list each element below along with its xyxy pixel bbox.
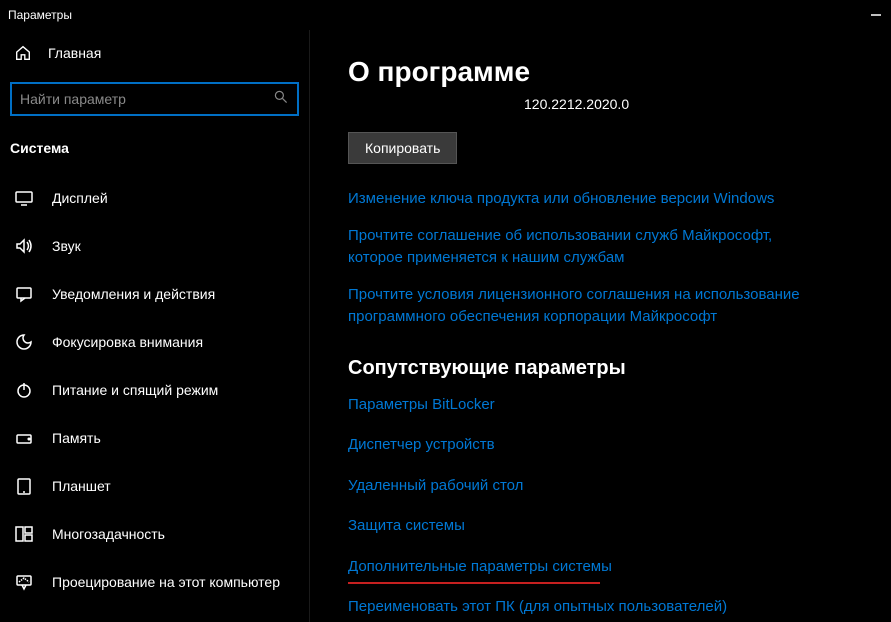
minimize-button[interactable] — [869, 8, 883, 22]
link-remote-desktop[interactable]: Удаленный рабочий стол — [348, 475, 523, 498]
storage-icon — [14, 428, 34, 448]
sidebar-item-label: Уведомления и действия — [52, 286, 215, 302]
sidebar-item-notifications[interactable]: Уведомления и действия — [0, 270, 309, 318]
sidebar-item-label: Питание и спящий режим — [52, 382, 218, 398]
sidebar-item-focus[interactable]: Фокусировка внимания — [0, 318, 309, 366]
version-text: 120.2212.2020.0 — [524, 96, 891, 112]
link-product-key[interactable]: Изменение ключа продукта или обновление … — [348, 188, 774, 211]
nav-list: Дисплей Звук Уведомления и действия Фоку… — [0, 174, 309, 606]
titlebar: Параметры — [0, 0, 891, 30]
home-icon — [14, 44, 32, 62]
sidebar-item-power[interactable]: Питание и спящий режим — [0, 366, 309, 414]
sidebar-item-label: Проецирование на этот компьютер — [52, 574, 280, 590]
projecting-icon — [14, 572, 34, 592]
search-input[interactable] — [20, 91, 273, 107]
link-system-protection[interactable]: Защита системы — [348, 515, 465, 538]
sidebar-item-projecting[interactable]: Проецирование на этот компьютер — [0, 558, 309, 606]
link-rename-pc[interactable]: Переименовать этот ПК (для опытных польз… — [348, 596, 727, 619]
power-icon — [14, 380, 34, 400]
sidebar-item-home[interactable]: Главная — [0, 30, 309, 76]
home-label: Главная — [48, 45, 101, 61]
search-box[interactable] — [10, 82, 299, 116]
window-controls — [869, 8, 883, 22]
content-area: О программе 120.2212.2020.0 Копировать И… — [310, 30, 891, 622]
sidebar-item-label: Планшет — [52, 478, 111, 494]
focus-icon — [14, 332, 34, 352]
sidebar-item-label: Дисплей — [52, 190, 108, 206]
search-icon — [273, 89, 289, 110]
link-services-agreement[interactable]: Прочтите соглашение об использовании слу… — [348, 225, 828, 270]
link-device-manager[interactable]: Диспетчер устройств — [348, 434, 495, 457]
section-label: Система — [0, 130, 309, 174]
sidebar-item-storage[interactable]: Память — [0, 414, 309, 462]
page-title: О программе — [348, 56, 891, 88]
sidebar-item-tablet[interactable]: Планшет — [0, 462, 309, 510]
sidebar-item-label: Фокусировка внимания — [52, 334, 203, 350]
sound-icon — [14, 236, 34, 256]
sidebar-item-sound[interactable]: Звук — [0, 222, 309, 270]
sidebar-item-multitasking[interactable]: Многозадачность — [0, 510, 309, 558]
link-license-terms[interactable]: Прочтите условия лицензионного соглашени… — [348, 284, 828, 329]
display-icon — [14, 188, 34, 208]
tablet-icon — [14, 476, 34, 496]
notifications-icon — [14, 284, 34, 304]
sidebar-item-label: Память — [52, 430, 101, 446]
sidebar-item-label: Звук — [52, 238, 81, 254]
sidebar: Главная Система Дисплей Звук — [0, 30, 310, 622]
copy-button[interactable]: Копировать — [348, 132, 457, 164]
link-advanced-system-settings[interactable]: Дополнительные параметры системы — [348, 556, 612, 579]
related-heading: Сопутствующие параметры — [348, 357, 891, 380]
sidebar-item-display[interactable]: Дисплей — [0, 174, 309, 222]
window-title: Параметры — [8, 8, 72, 22]
sidebar-item-label: Многозадачность — [52, 526, 165, 542]
link-bitlocker[interactable]: Параметры BitLocker — [348, 394, 495, 417]
multitasking-icon — [14, 524, 34, 544]
